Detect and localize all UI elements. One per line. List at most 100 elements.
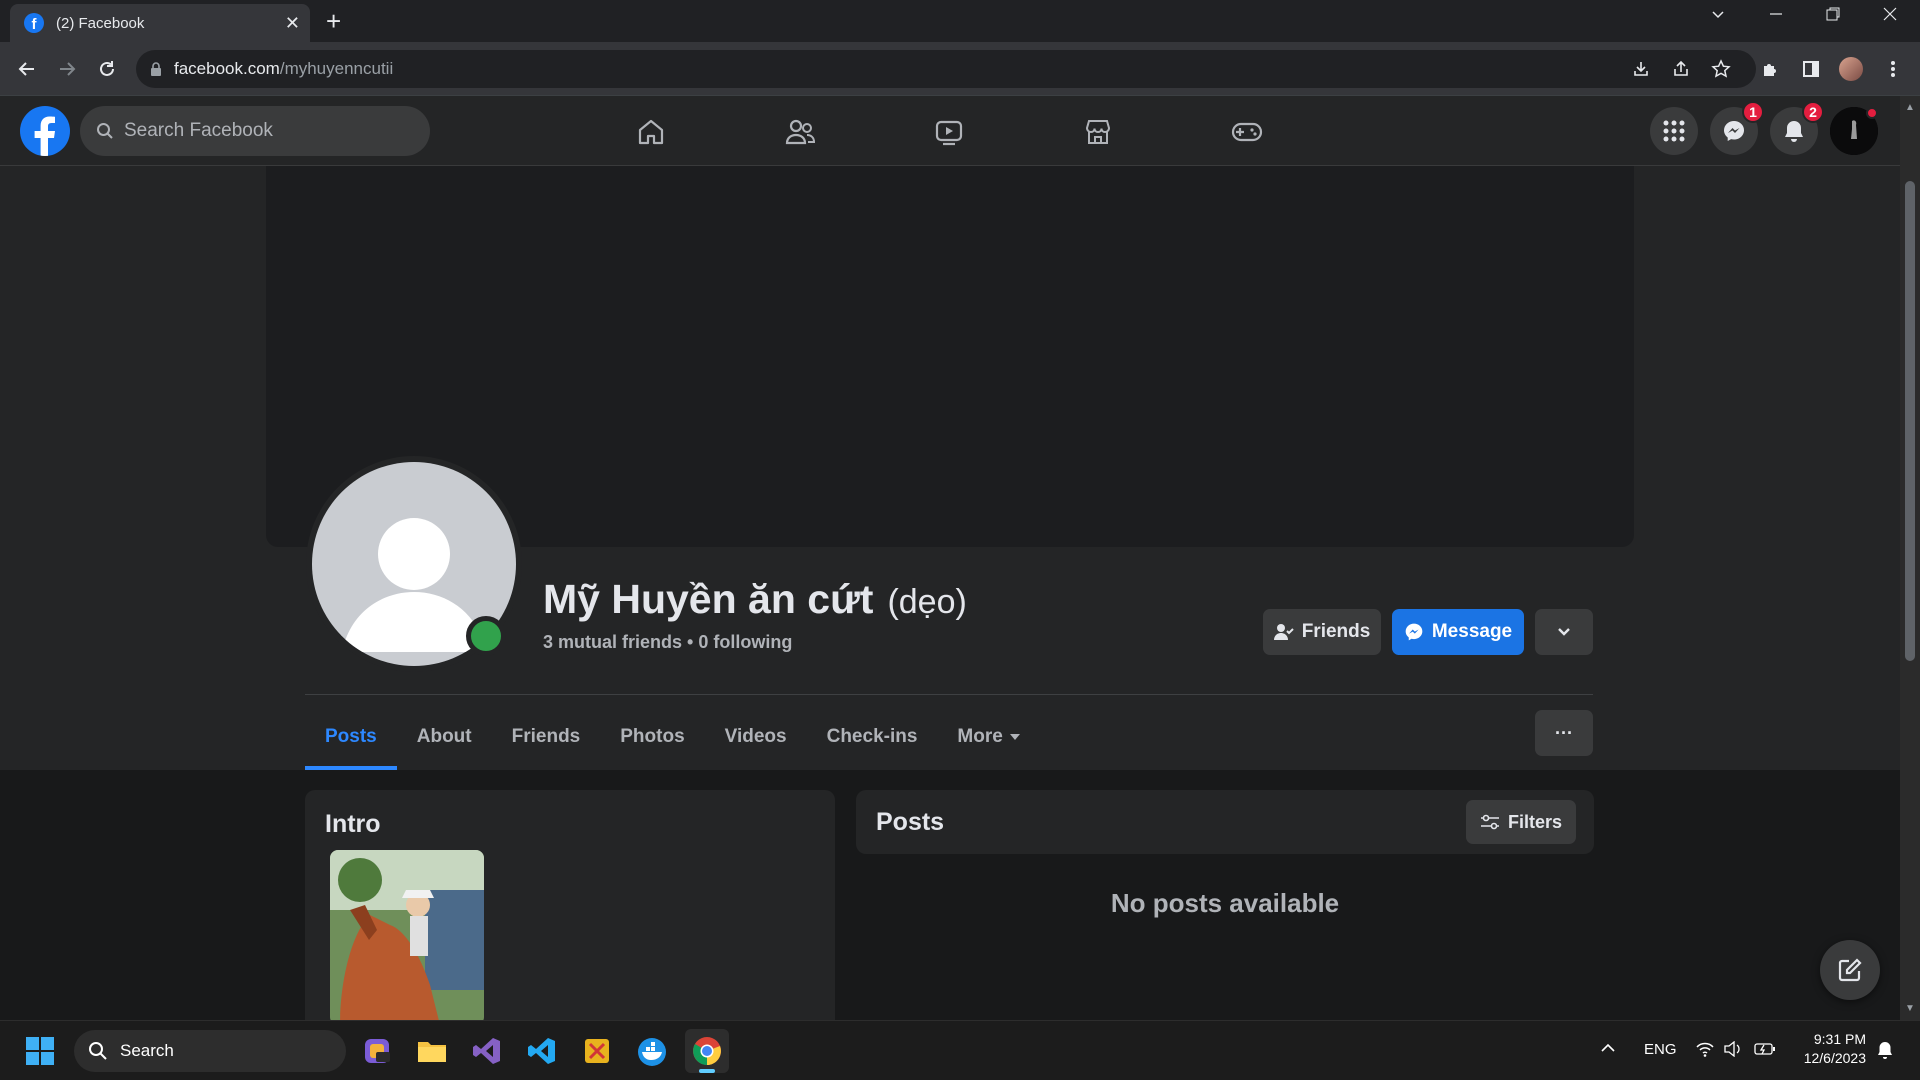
- clock[interactable]: 9:31 PM 12/6/2023: [1796, 1030, 1866, 1068]
- search-input[interactable]: [124, 120, 404, 142]
- filters-button[interactable]: Filters: [1466, 800, 1576, 844]
- search-icon: [97, 123, 113, 139]
- tab-close-icon[interactable]: ✕: [285, 13, 300, 34]
- profile-options-button[interactable]: ···: [1535, 710, 1593, 756]
- account-avatar[interactable]: [1830, 107, 1878, 155]
- tab-about[interactable]: About: [397, 704, 492, 770]
- clock-time: 9:31 PM: [1813, 1031, 1866, 1047]
- language-indicator[interactable]: ENG: [1644, 1041, 1677, 1058]
- friends-icon[interactable]: [780, 112, 820, 152]
- windows-start-icon[interactable]: [18, 1029, 62, 1073]
- intro-card: Intro: [305, 790, 835, 1020]
- page-scrollbar[interactable]: ▲ ▼: [1900, 96, 1920, 1020]
- url-text: facebook.com/myhuyenncutii: [174, 59, 394, 78]
- bell-icon: [1785, 121, 1803, 142]
- chrome-icon[interactable]: [685, 1029, 729, 1073]
- share-icon[interactable]: [1668, 56, 1694, 82]
- filters-icon: [1480, 814, 1499, 830]
- home-icon[interactable]: [631, 112, 671, 152]
- profile-tabs: Posts About Friends Photos Videos Check-…: [305, 704, 1041, 770]
- tab-videos[interactable]: Videos: [705, 704, 807, 770]
- vscode-icon[interactable]: [520, 1029, 564, 1073]
- notifications-button[interactable]: 2: [1770, 101, 1824, 155]
- taskbar-search-label: Search: [120, 1041, 174, 1060]
- facebook-search-box[interactable]: [80, 106, 430, 156]
- reload-icon[interactable]: [92, 54, 122, 84]
- clock-date: 12/6/2023: [1803, 1050, 1866, 1066]
- facebook-top-nav: 1 2: [0, 96, 1900, 166]
- intro-title: Intro: [325, 810, 381, 838]
- scrollbar-thumb[interactable]: [1905, 181, 1915, 661]
- browser-tab-strip: f (2) Facebook ✕ +: [0, 0, 1920, 42]
- visual-studio-icon[interactable]: [465, 1029, 509, 1073]
- scroll-down-icon[interactable]: ▼: [1905, 1003, 1915, 1014]
- office-app-icon[interactable]: [355, 1029, 399, 1073]
- tab-friends[interactable]: Friends: [492, 704, 601, 770]
- watch-icon[interactable]: [929, 112, 969, 152]
- close-window-icon[interactable]: [1882, 6, 1898, 22]
- tab-search-icon[interactable]: [1710, 6, 1726, 22]
- posts-header-card: Posts Filters: [856, 790, 1594, 854]
- alternate-name: (dẹo): [887, 583, 967, 621]
- back-icon[interactable]: [12, 54, 42, 84]
- search-icon: [89, 1042, 107, 1060]
- profile-stats: 3 mutual friends • 0 following: [543, 632, 792, 653]
- account-alert-dot: [1866, 107, 1878, 119]
- following-link[interactable]: 0 following: [698, 632, 792, 652]
- notification-center-icon[interactable]: [1876, 1040, 1894, 1060]
- more-options-dropdown[interactable]: [1535, 609, 1593, 655]
- wifi-icon[interactable]: [1696, 1041, 1714, 1057]
- messenger-icon: [1405, 623, 1423, 641]
- taskbar-search[interactable]: Search: [74, 1030, 346, 1072]
- profile-header: Mỹ Huyền ăn cứt (dẹo) 3 mutual friends • …: [0, 166, 1900, 770]
- address-bar[interactable]: facebook.com/myhuyenncutii: [136, 50, 1756, 88]
- browser-profile-avatar[interactable]: [1838, 56, 1864, 82]
- side-panel-icon[interactable]: [1798, 56, 1824, 82]
- tab-photos[interactable]: Photos: [600, 704, 704, 770]
- online-status-dot: [466, 616, 506, 656]
- tab-title: (2) Facebook: [56, 14, 145, 32]
- tab-check-ins[interactable]: Check-ins: [807, 704, 938, 770]
- menu-grid-icon[interactable]: [1650, 107, 1698, 155]
- extensions-icon[interactable]: [1758, 56, 1784, 82]
- browser-menu-icon[interactable]: [1880, 56, 1906, 82]
- messenger-icon: [1724, 121, 1744, 141]
- message-button[interactable]: Message: [1392, 609, 1524, 655]
- friend-check-icon: [1273, 624, 1294, 640]
- snipping-tool-icon[interactable]: [575, 1029, 619, 1073]
- docker-icon[interactable]: [630, 1029, 674, 1073]
- mutual-friends-link[interactable]: 3 mutual friends: [543, 632, 682, 652]
- tab-more[interactable]: More: [937, 704, 1040, 770]
- gaming-icon[interactable]: [1227, 112, 1267, 152]
- show-hidden-icons[interactable]: [1600, 1041, 1616, 1053]
- facebook-favicon-icon: f: [24, 13, 44, 33]
- browser-tab[interactable]: f (2) Facebook ✕: [10, 4, 310, 42]
- windows-taskbar: Search ENG 9:31 PM 12/6/2023: [0, 1020, 1920, 1080]
- file-explorer-icon[interactable]: [410, 1029, 454, 1073]
- compose-icon: [1838, 958, 1862, 982]
- messenger-button[interactable]: 1: [1710, 101, 1764, 155]
- new-tab-button[interactable]: +: [326, 8, 341, 34]
- forward-icon[interactable]: [52, 54, 82, 84]
- new-message-button[interactable]: [1820, 940, 1880, 1000]
- chevron-down-icon: [1558, 628, 1570, 636]
- volume-icon[interactable]: [1724, 1041, 1742, 1057]
- battery-icon[interactable]: [1754, 1041, 1776, 1057]
- header-divider: [305, 694, 1593, 695]
- featured-photo[interactable]: [330, 850, 484, 1020]
- friends-button[interactable]: Friends: [1263, 609, 1381, 655]
- browser-toolbar: facebook.com/myhuyenncutii: [0, 42, 1920, 96]
- tab-posts[interactable]: Posts: [305, 704, 397, 770]
- bookmark-star-icon[interactable]: [1708, 56, 1734, 82]
- caret-down-icon: [1009, 734, 1020, 740]
- minimize-icon[interactable]: [1768, 6, 1784, 22]
- lock-icon: [151, 62, 161, 76]
- install-app-icon[interactable]: [1628, 56, 1654, 82]
- posts-title: Posts: [876, 808, 945, 836]
- restore-icon[interactable]: [1825, 6, 1841, 22]
- messenger-badge: 1: [1742, 101, 1764, 123]
- facebook-logo-icon[interactable]: [20, 106, 70, 156]
- profile-name: Mỹ Huyền ăn cứt (dẹo): [543, 576, 967, 622]
- marketplace-icon[interactable]: [1078, 112, 1118, 152]
- scroll-up-icon[interactable]: ▲: [1905, 102, 1915, 113]
